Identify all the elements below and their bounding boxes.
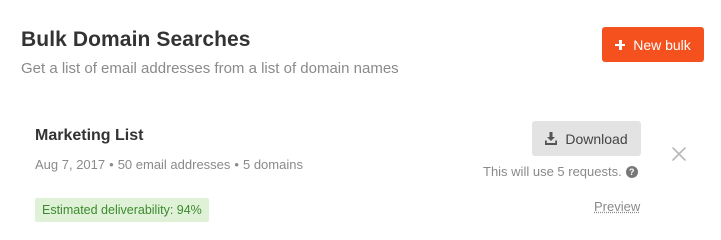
list-email-count: 50 email addresses — [117, 157, 231, 172]
question-circle-icon[interactable]: ? — [625, 165, 638, 178]
close-button[interactable] — [671, 146, 687, 162]
deliverability-badge: Estimated deliverability: 94% — [35, 198, 209, 222]
download-label: Download — [565, 130, 628, 147]
bulk-domain-searches-page: Bulk Domain Searches Get a list of email… — [0, 0, 721, 240]
preview-link[interactable]: Preview — [594, 199, 640, 214]
new-bulk-button[interactable]: New bulk — [602, 27, 704, 62]
page-title: Bulk Domain Searches — [21, 28, 251, 51]
list-meta: Aug 7, 2017 • 50 email addresses • 5 dom… — [35, 157, 303, 172]
meta-separator: • — [109, 157, 114, 172]
close-icon — [672, 147, 686, 161]
requests-note-text: This will use 5 requests. — [483, 164, 622, 179]
meta-separator: • — [234, 157, 239, 172]
list-date: Aug 7, 2017 — [35, 157, 106, 172]
list-domain-count: 5 domains — [242, 157, 303, 172]
download-button[interactable]: Download — [532, 121, 641, 156]
page-subtitle: Get a list of email addresses from a lis… — [21, 60, 399, 77]
new-bulk-label: New bulk — [633, 36, 691, 53]
plus-icon — [615, 39, 626, 50]
list-name: Marketing List — [35, 127, 144, 144]
requests-note: This will use 5 requests. ? — [483, 164, 638, 179]
download-icon — [545, 132, 558, 145]
